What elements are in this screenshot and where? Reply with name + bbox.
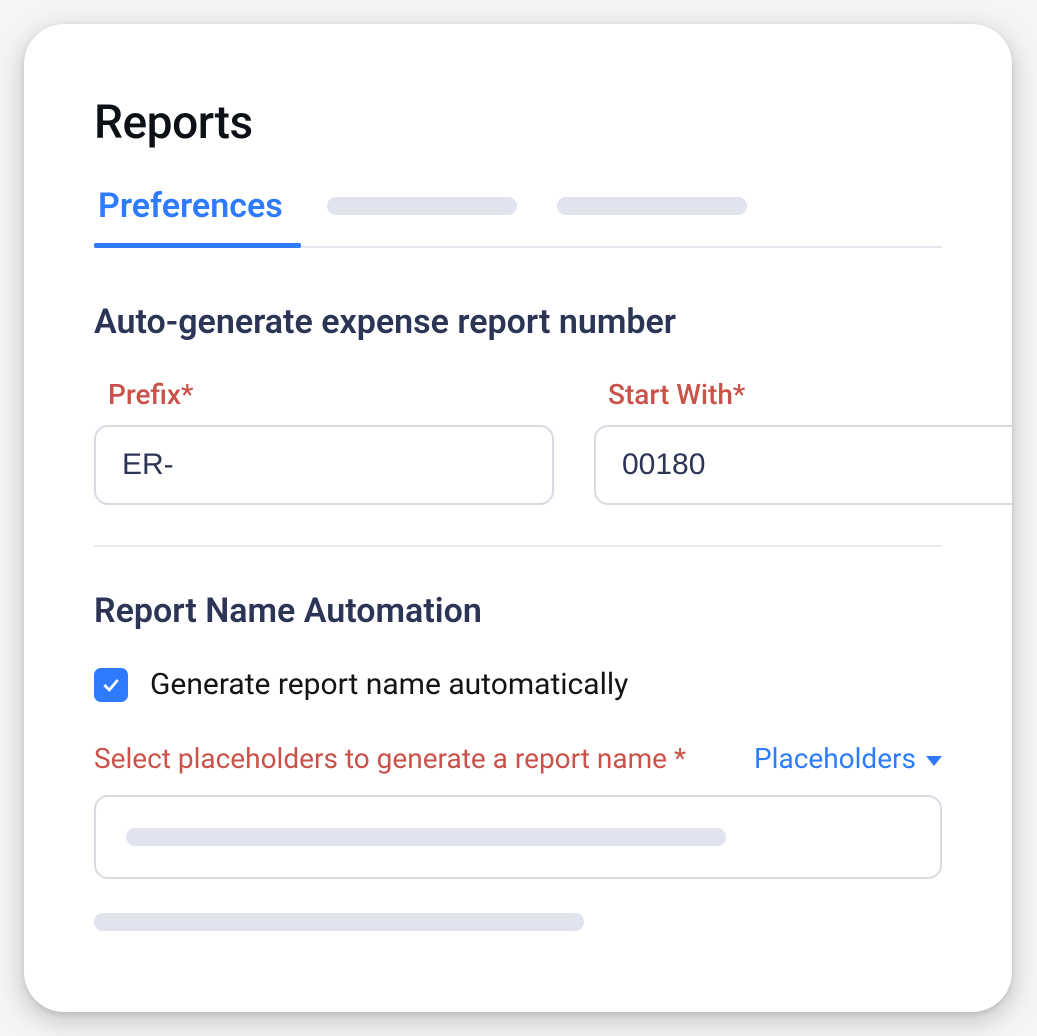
divider (94, 545, 942, 547)
placeholders-row: Select placeholders to generate a report… (94, 742, 942, 775)
placeholders-dropdown-trigger[interactable]: Placeholders (754, 742, 942, 775)
tab-bar: Preferences (94, 186, 942, 248)
input-start-with[interactable] (594, 425, 1012, 505)
label-prefix: Prefix* (94, 378, 554, 411)
tab-placeholder-1 (327, 197, 517, 215)
label-generate-name: Generate report name automatically (150, 667, 628, 702)
placeholders-link-text: Placeholders (754, 742, 916, 775)
tab-placeholder-2 (557, 197, 747, 215)
chevron-down-icon (926, 756, 942, 766)
label-start-with: Start With* (594, 378, 1012, 411)
field-prefix: Prefix* (94, 378, 554, 505)
section-heading-name-automation: Report Name Automation (94, 591, 942, 631)
hint-skeleton (94, 913, 584, 931)
field-start-with: Start With* (594, 378, 1012, 505)
tab-preferences[interactable]: Preferences (94, 186, 287, 246)
input-placeholder-skeleton (126, 828, 726, 846)
reports-preferences-card: Reports Preferences Auto-generate expens… (24, 24, 1012, 1012)
label-select-placeholders: Select placeholders to generate a report… (94, 742, 686, 775)
input-prefix[interactable] (94, 425, 554, 505)
check-icon (101, 675, 121, 695)
input-report-name-template[interactable] (94, 795, 942, 879)
section-heading-autogen: Auto-generate expense report number (94, 302, 942, 342)
generate-name-row: Generate report name automatically (94, 667, 942, 702)
page-title: Reports (94, 96, 942, 150)
checkbox-generate-name[interactable] (94, 668, 128, 702)
autogen-field-row: Prefix* Start With* (94, 378, 942, 505)
